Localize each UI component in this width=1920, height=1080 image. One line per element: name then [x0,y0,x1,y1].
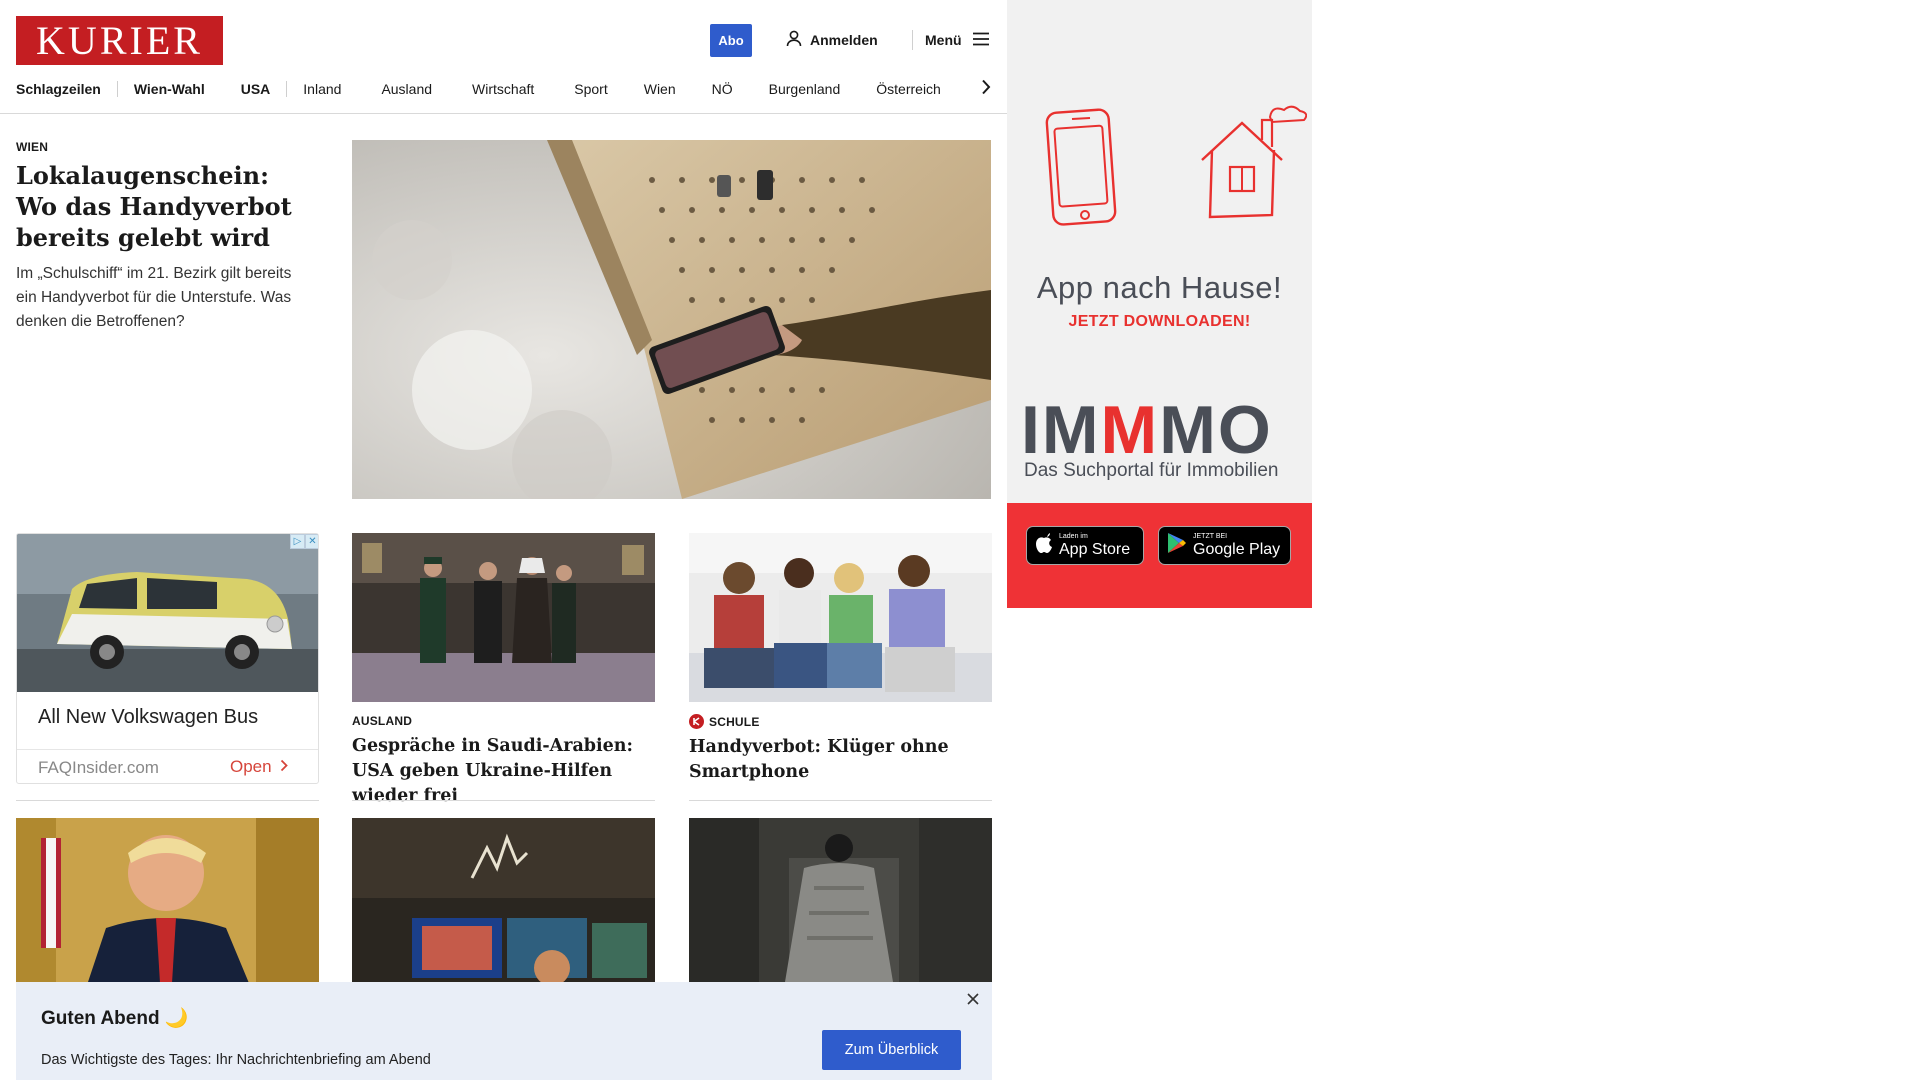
lead-kicker[interactable]: Wien [16,140,48,154]
house-icon [1192,105,1308,230]
article-image[interactable] [16,818,319,988]
kurier-logo[interactable]: KURIER [16,16,223,65]
user-icon [786,30,802,50]
ad-app-subtitle: JETZT DOWNLOADEN! [1068,313,1251,330]
card-divider [16,800,319,801]
article-card[interactable]: Ausland Gespräche in Saudi-Arabien: USA … [352,533,655,809]
nav-item-burgenland[interactable]: Burgenland [769,81,841,97]
hamburger-icon [972,32,990,49]
nav-item-ausland[interactable]: Ausland [381,81,432,97]
nav-scroll-right-button[interactable] [976,78,996,100]
lead-image[interactable] [352,140,991,499]
nav-divider [286,81,288,97]
nav-item-sport[interactable]: Sport [574,81,607,97]
immmo-tagline: Das Suchportal für Immobilien [1024,460,1279,481]
nav-item-wien[interactable]: Wien [644,81,676,97]
nav-item-schlagzeilen[interactable]: Schlagzeilen [16,81,101,97]
article-card[interactable] [689,818,992,988]
evening-briefing-banner: Guten Abend 🌙 Das Wichtigste des Tages: … [16,982,992,1080]
ad-open-button[interactable]: Open [230,757,288,777]
ad-domain: FAQInsider.com [38,758,159,777]
card-divider [352,800,655,801]
article-card[interactable]: Schule Handyverbot: Klüger ohne Smartpho… [689,533,992,785]
section-nav: Schlagzeilen Wien-Wahl USA Inland Auslan… [16,78,1006,100]
close-icon [967,992,979,1010]
ad-divider [17,749,318,750]
header-divider-line [0,113,1007,114]
article-kicker[interactable]: Schule [709,715,760,729]
article-headline[interactable]: Gespräche in Saudi-Arabien: USA geben Uk… [352,734,655,809]
article-card[interactable] [16,818,319,988]
ad-image[interactable]: ▷ ✕ [17,534,318,692]
sponsored-ad-card[interactable]: ▷ ✕ All New Volkswagen Bus FAQInsider.co… [16,533,319,784]
abo-button[interactable]: Abo [710,24,752,57]
nav-item-usa[interactable]: USA [241,81,271,97]
apple-icon [1035,532,1053,559]
phone-icon [1042,105,1122,235]
nav-divider [116,81,118,97]
ad-open-label: Open [230,757,272,776]
google-play-icon [1167,532,1187,559]
card-divider [689,800,992,801]
article-headline[interactable]: Handyverbot: Klüger ohne Smartphone [689,735,992,785]
ad-app-title: App nach Hause! [1036,270,1283,305]
nav-item-noe[interactable]: NÖ [712,81,733,97]
lead-teaser[interactable]: Im „Schulschiff“ im 21. Bezirk gilt bere… [16,262,316,334]
article-kicker[interactable]: Ausland [352,714,412,728]
nav-item-inland[interactable]: Inland [303,81,341,97]
immmo-logo: IMMMO [1021,392,1273,468]
kurier-plus-icon [689,714,704,729]
article-image[interactable] [689,533,992,702]
nav-item-oesterreich[interactable]: Österreich [876,81,941,97]
nav-item-wirtschaft[interactable]: Wirtschaft [472,81,534,97]
banner-title: Guten Abend 🌙 [41,1008,189,1029]
zum-ueberblick-button[interactable]: Zum Überblick [822,1030,961,1070]
menu-button[interactable]: Menü [925,28,990,52]
close-icon: ✕ [305,534,318,549]
header-divider [912,30,913,50]
banner-close-button[interactable] [964,992,982,1010]
lead-headline[interactable]: Lokalaugenschein: Wo das Handyverbot ber… [16,160,316,253]
google-play-badge[interactable]: JETZT BEI Google Play [1158,526,1291,565]
nav-item-wien-wahl[interactable]: Wien-Wahl [134,81,205,97]
menu-label: Menü [925,32,962,48]
adchoices-badge[interactable]: ▷ ✕ [290,534,318,549]
chevron-right-icon [981,79,991,100]
article-card[interactable] [352,818,655,988]
adchoices-icon: ▷ [290,534,305,549]
immmo-app-ad[interactable]: App nach Hause! JETZT DOWNLOADEN! IMMMO … [1007,0,1312,608]
article-image[interactable] [689,818,992,988]
app-store-badge[interactable]: Laden im App Store [1026,526,1144,565]
chevron-right-icon [280,757,288,777]
banner-text: Das Wichtigste des Tages: Ihr Nachrichte… [41,1052,431,1068]
login-label: Anmelden [810,32,878,48]
article-image[interactable] [352,818,655,988]
login-button[interactable]: Anmelden [786,28,878,52]
article-image[interactable] [352,533,655,702]
ad-title[interactable]: All New Volkswagen Bus [38,706,258,729]
